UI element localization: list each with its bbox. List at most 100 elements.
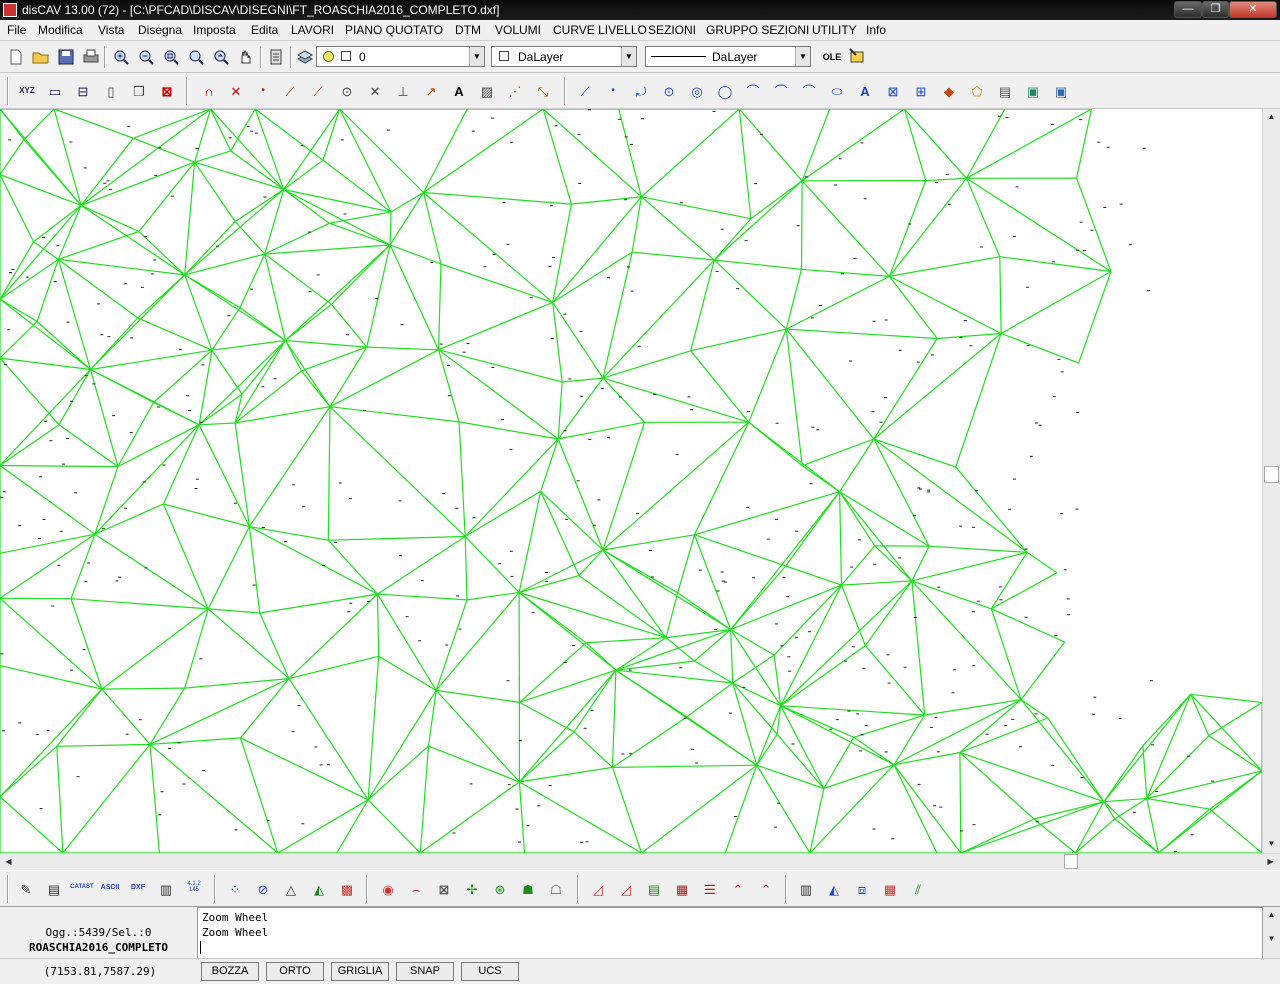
line-icon[interactable]: ⟋ [279, 80, 301, 102]
ucs-button[interactable]: UCS [461, 962, 519, 981]
text-a-icon[interactable]: A [448, 80, 470, 102]
image-frame-icon[interactable]: ⊞ [910, 80, 932, 102]
chevron-down-icon[interactable]: ▼ [621, 47, 636, 66]
drawing-canvas[interactable] [0, 109, 1262, 853]
table-icon[interactable]: ☰ [699, 878, 721, 900]
osnap-arc3-icon[interactable]: ⌒ [798, 80, 820, 102]
ole-button[interactable]: OLE [821, 46, 843, 68]
restore-button[interactable]: ❐ [1202, 1, 1229, 18]
snap-end-icon[interactable]: ⋰ [504, 80, 526, 102]
numbers-icon[interactable]: 4.1.2 145 [183, 876, 205, 898]
volume-3d-icon[interactable]: ⧈ [851, 878, 873, 900]
section-icon[interactable]: ◿ [587, 878, 609, 900]
zoom-previous-icon[interactable] [210, 46, 232, 68]
menu-dtm[interactable]: DTM [455, 23, 481, 37]
contour2-icon[interactable]: ⌢ [405, 878, 427, 900]
menu-modifica[interactable]: Modifica [38, 23, 83, 37]
new-icon[interactable] [5, 46, 27, 68]
zoom-out-icon[interactable] [135, 46, 157, 68]
menu-gruppo-sezioni[interactable]: GRUPPO SEZIONI [706, 23, 809, 37]
close-button[interactable]: ✕ [1229, 1, 1277, 18]
bozza-button[interactable]: BOZZA [201, 962, 259, 981]
page-icon[interactable]: ▯ [100, 80, 122, 102]
triangle-icon[interactable]: △ [280, 878, 302, 900]
ascii-icon[interactable]: ASCII [99, 876, 121, 898]
pan-icon[interactable] [235, 46, 257, 68]
menu-sezioni[interactable]: SEZIONI [648, 23, 696, 37]
scroll-down-icon[interactable]: ▼ [1263, 931, 1280, 947]
point-x-icon[interactable]: ✕ [225, 80, 247, 102]
menu-lavori[interactable]: LAVORI [291, 23, 334, 37]
chevron-down-icon[interactable]: ▼ [469, 47, 484, 66]
print-icon[interactable] [80, 46, 102, 68]
horizontal-scrollbar[interactable]: ◀ ▶ [0, 853, 1280, 870]
scroll-down-icon[interactable]: ▼ [1263, 836, 1280, 852]
catasto-icon[interactable]: CATAST [70, 876, 93, 898]
table-import-icon[interactable]: ▤ [43, 878, 65, 900]
section3-icon[interactable]: ▤ [643, 878, 665, 900]
dimension-icon[interactable]: ▭ [44, 80, 66, 102]
shapes-icon[interactable]: ⬠ [966, 80, 988, 102]
snap-button[interactable]: SNAP [396, 962, 454, 981]
arrow-icon[interactable]: ↗ [420, 80, 442, 102]
open-icon[interactable] [30, 46, 52, 68]
section4-icon[interactable]: ▦ [671, 878, 693, 900]
osnap-point-icon[interactable]: • [602, 80, 624, 102]
osnap-curve-icon[interactable]: ⤾ [630, 80, 652, 102]
profile2-icon[interactable]: ⌃ [755, 878, 777, 900]
circle-icon[interactable]: ⊙ [336, 80, 358, 102]
osnap-ellipse-icon[interactable]: ⬭ [826, 80, 848, 102]
menu-disegna[interactable]: Disegna [138, 23, 182, 37]
chevron-down-icon[interactable]: ▼ [795, 47, 810, 66]
orto-button[interactable]: ORTO [266, 962, 324, 981]
page-copy-icon[interactable]: ❐ [128, 80, 150, 102]
list-icon[interactable]: ▥ [155, 878, 177, 900]
xyz-icon[interactable]: XYZ [16, 80, 38, 102]
save-icon[interactable] [55, 46, 77, 68]
delete-icon[interactable]: ⊠ [156, 80, 178, 102]
osnap-arc-icon[interactable]: ⌒ [742, 80, 764, 102]
image-icon[interactable]: ⊠ [882, 80, 904, 102]
zoom-extents-icon[interactable] [185, 46, 207, 68]
snap-mid-icon[interactable]: ⤡ [532, 80, 554, 102]
doc2-icon[interactable]: ▣ [1022, 80, 1044, 102]
fill-icon[interactable]: ◆ [938, 80, 960, 102]
menu-imposta[interactable]: Imposta [193, 23, 236, 37]
cross-icon[interactable]: ✕ [364, 80, 386, 102]
layers-icon[interactable] [294, 46, 316, 68]
dtm-edit-icon[interactable]: ⊘ [252, 878, 274, 900]
magnet-icon[interactable]: ∩ [198, 80, 220, 102]
osnap-center-icon[interactable]: ⊙ [658, 80, 680, 102]
osnap-line-icon[interactable]: ⟋ [574, 80, 596, 102]
hatch-icon[interactable]: ▨ [476, 80, 498, 102]
menu-utility[interactable]: UTILITY [812, 23, 857, 37]
section2-icon[interactable]: ◿ [615, 878, 637, 900]
command-scrollbar[interactable]: ▲ ▼ [1263, 907, 1280, 959]
griglia-button[interactable]: GRIGLIA [331, 962, 389, 981]
minimize-button[interactable]: — [1174, 1, 1202, 18]
perpendicular-icon[interactable]: ⊥ [392, 80, 414, 102]
menu-volumi[interactable]: VOLUMI [495, 23, 541, 37]
grid-icon[interactable]: ▩ [336, 878, 358, 900]
volume-table-icon[interactable]: ▥ [795, 878, 817, 900]
doc3-icon[interactable]: ▣ [1050, 80, 1072, 102]
command-prompt[interactable] [200, 941, 201, 954]
color-select[interactable]: DaLayer ▼ [491, 46, 637, 67]
horizontal-scroll-thumb[interactable] [1064, 854, 1078, 869]
layer-select[interactable]: 0 ▼ [316, 46, 485, 67]
triangle-fill-icon[interactable]: ◭ [308, 878, 330, 900]
volume-icon[interactable]: ◭ [823, 878, 845, 900]
scroll-left-icon[interactable]: ◀ [0, 854, 17, 870]
menu-info[interactable]: Info [866, 23, 886, 37]
contour-icon[interactable]: ◉ [377, 878, 399, 900]
zoom-in-icon[interactable] [110, 46, 132, 68]
contour-cut-icon[interactable]: ⊠ [433, 878, 455, 900]
contour-move-icon[interactable]: ✢ [461, 878, 483, 900]
profile-icon[interactable]: ⌃ [727, 878, 749, 900]
ole-tool-icon[interactable] [846, 45, 868, 67]
layer-tool-icon[interactable]: ⊟ [72, 80, 94, 102]
menu-curve-livello[interactable]: CURVE LIVELLO [553, 23, 647, 37]
app-icon[interactable] [3, 3, 17, 17]
vertical-scroll-thumb[interactable] [1264, 466, 1279, 483]
linetype-select[interactable]: DaLayer ▼ [645, 46, 811, 67]
